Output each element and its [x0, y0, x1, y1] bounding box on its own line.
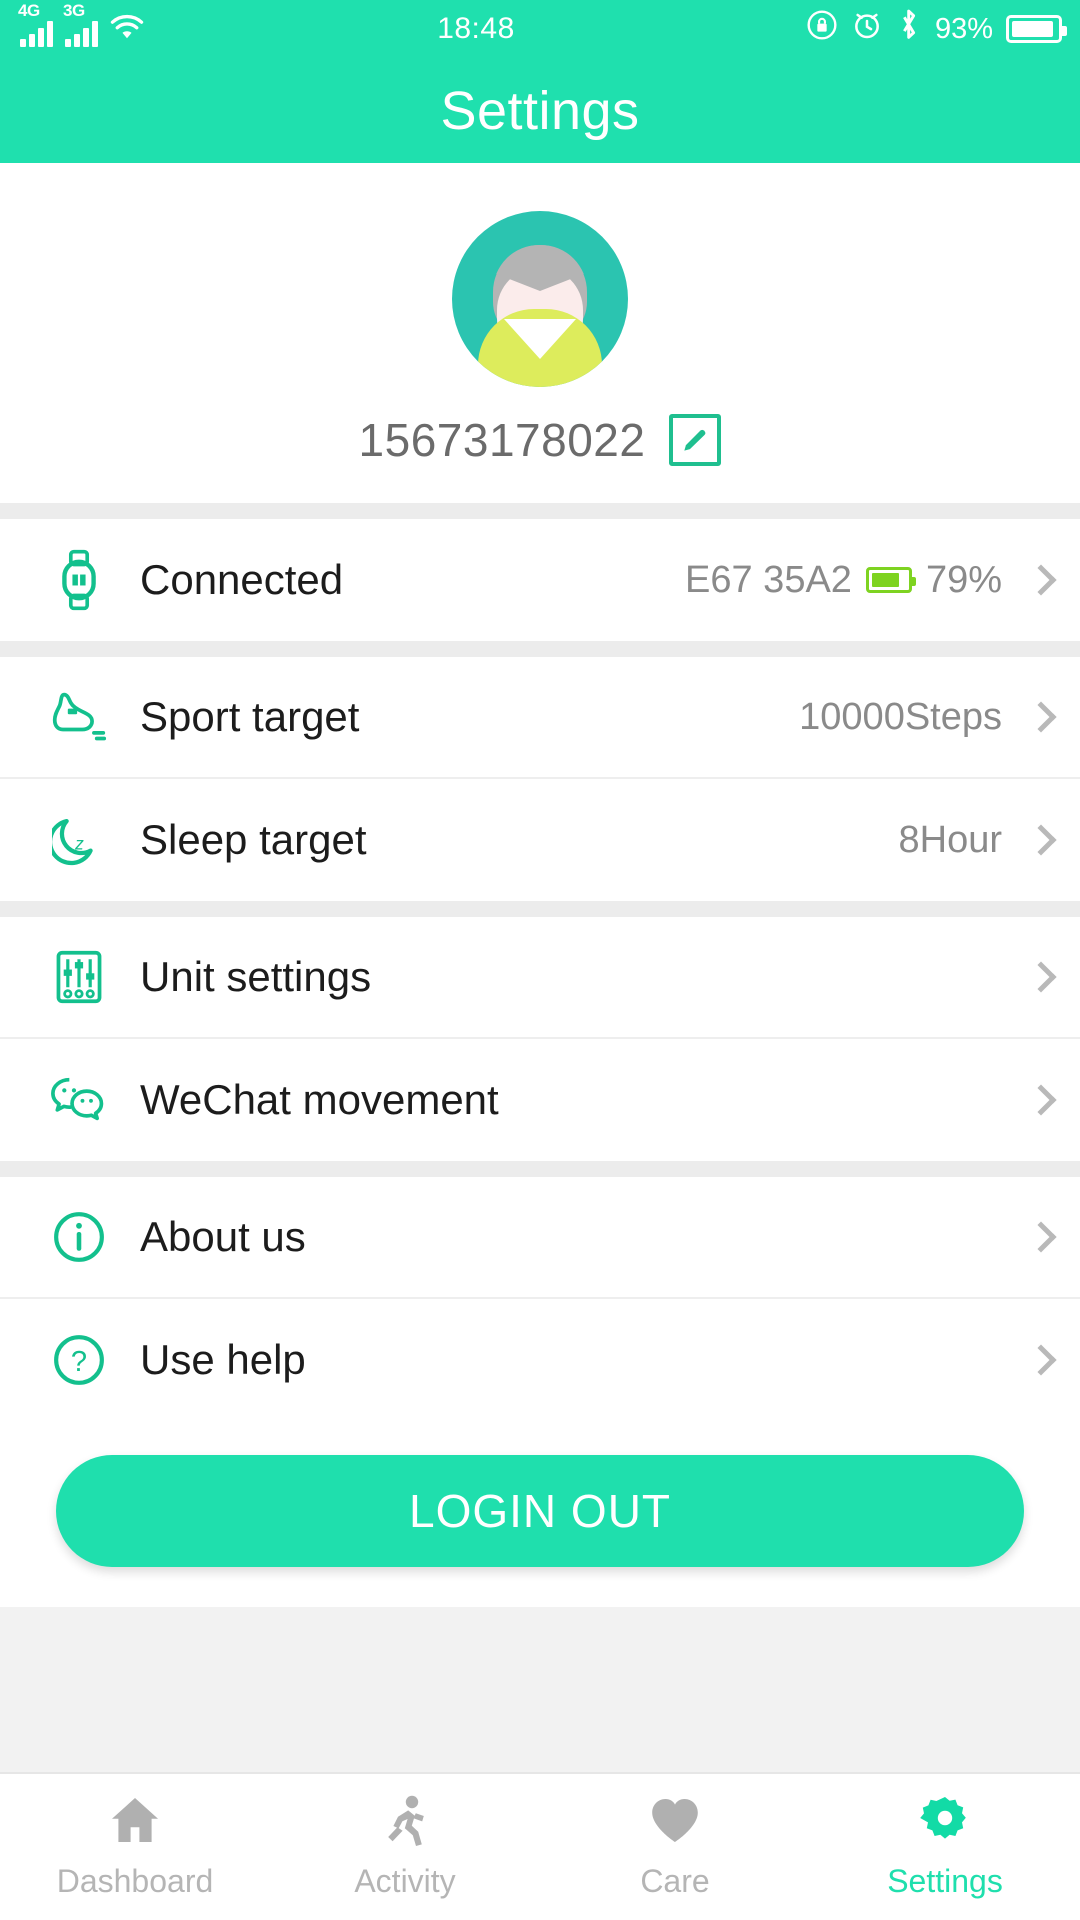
row-label-unit-settings: Unit settings	[140, 953, 372, 1000]
tab-care[interactable]: Care	[540, 1774, 810, 1920]
row-label-sport-target: Sport target	[140, 693, 360, 740]
info-circle-icon	[46, 1210, 112, 1264]
tab-label-settings: Settings	[887, 1863, 1003, 1899]
network-type-secondary: 3G	[63, 0, 85, 20]
row-sleep-target[interactable]: z Sleep target 8Hour	[0, 779, 1080, 901]
row-sport-target[interactable]: Sport target 10000Steps	[0, 657, 1080, 779]
battery-icon	[1006, 15, 1067, 43]
avatar[interactable]	[452, 211, 628, 387]
settings-group-targets: Sport target 10000Steps z Sleep target 8…	[0, 657, 1080, 901]
chevron-right-icon	[1025, 564, 1057, 596]
gear-icon	[917, 1794, 973, 1851]
chevron-right-icon	[1025, 1221, 1057, 1253]
section-divider	[0, 901, 1080, 917]
alarm-clock-icon	[851, 9, 883, 49]
section-divider	[0, 503, 1080, 519]
tab-activity[interactable]: Activity	[270, 1774, 540, 1920]
battery-percent-label: 93%	[934, 12, 993, 45]
wechat-icon	[46, 1074, 112, 1126]
row-about-us[interactable]: About us	[0, 1177, 1080, 1299]
status-bar-clock: 18:48	[437, 12, 515, 45]
chevron-right-icon	[1025, 824, 1057, 856]
row-connected[interactable]: Connected E67 35A2 79%	[0, 519, 1080, 641]
row-label-connected: Connected	[140, 556, 344, 603]
rotation-lock-icon	[806, 9, 838, 49]
username-row: 15673178022	[0, 413, 1080, 467]
row-use-help[interactable]: ? Use help	[0, 1299, 1080, 1421]
smart-band-icon	[46, 549, 112, 611]
section-divider	[0, 641, 1080, 657]
username: 15673178022	[358, 414, 646, 466]
row-label-wechat-movement: WeChat movement	[140, 1076, 499, 1123]
chevron-right-icon	[1025, 701, 1057, 733]
chevron-right-icon	[1025, 961, 1057, 993]
home-icon	[107, 1794, 163, 1851]
tab-label-dashboard: Dashboard	[56, 1863, 214, 1899]
device-id: E67 35A2	[685, 558, 852, 601]
signal-3g-icon: 3G	[63, 1, 98, 47]
settings-screen: 4G 3G 18:48 93% Settings 15673178022 Con…	[0, 0, 1080, 1920]
signal-4g-icon: 4G	[18, 1, 53, 47]
logout-button[interactable]: LOGIN OUT	[56, 1455, 1024, 1567]
tab-settings[interactable]: Settings	[810, 1774, 1080, 1920]
profile-section: 15673178022	[0, 163, 1080, 503]
logout-section: LOGIN OUT	[0, 1421, 1080, 1607]
svg-text:?: ?	[71, 1346, 87, 1378]
pencil-edit-icon[interactable]	[669, 414, 722, 466]
sleep-target-value: 8Hour	[898, 818, 1003, 861]
row-unit-settings[interactable]: Unit settings	[0, 917, 1080, 1039]
status-bar-left: 4G 3G	[18, 1, 146, 47]
sport-target-value: 10000Steps	[799, 695, 1002, 738]
question-circle-icon: ?	[46, 1333, 112, 1387]
bluetooth-icon	[896, 8, 922, 50]
settings-group-preferences: Unit settings WeChat movement	[0, 917, 1080, 1161]
tab-dashboard[interactable]: Dashboard	[0, 1774, 270, 1920]
running-shoe-icon	[46, 690, 112, 744]
status-bar-right: 93%	[806, 8, 1067, 50]
status-bar: 4G 3G 18:48 93%	[0, 0, 1080, 58]
chevron-right-icon	[1025, 1344, 1057, 1376]
section-divider	[0, 1161, 1080, 1177]
svg-text:z: z	[74, 834, 84, 854]
row-label-use-help: Use help	[140, 1336, 306, 1383]
running-person-icon	[377, 1794, 433, 1851]
row-label-about-us: About us	[140, 1213, 306, 1260]
heart-icon	[647, 1794, 703, 1851]
chevron-right-icon	[1025, 1084, 1057, 1116]
bottom-tab-bar: Dashboard Activity Care Settings	[0, 1772, 1080, 1920]
settings-group-device: Connected E67 35A2 79%	[0, 519, 1080, 641]
settings-group-info: About us ? Use help	[0, 1177, 1080, 1421]
row-label-sleep-target: Sleep target	[140, 816, 367, 863]
device-battery-icon	[865, 567, 916, 593]
tab-label-activity: Activity	[354, 1863, 456, 1899]
tab-label-care: Care	[640, 1863, 710, 1899]
moon-sleep-icon: z	[46, 813, 112, 867]
row-wechat-movement[interactable]: WeChat movement	[0, 1039, 1080, 1161]
wifi-icon	[108, 12, 146, 47]
device-battery-percent: 79%	[925, 558, 1002, 601]
network-type-primary: 4G	[18, 0, 40, 20]
sliders-unit-icon	[46, 949, 112, 1005]
page-title: Settings	[0, 58, 1080, 163]
